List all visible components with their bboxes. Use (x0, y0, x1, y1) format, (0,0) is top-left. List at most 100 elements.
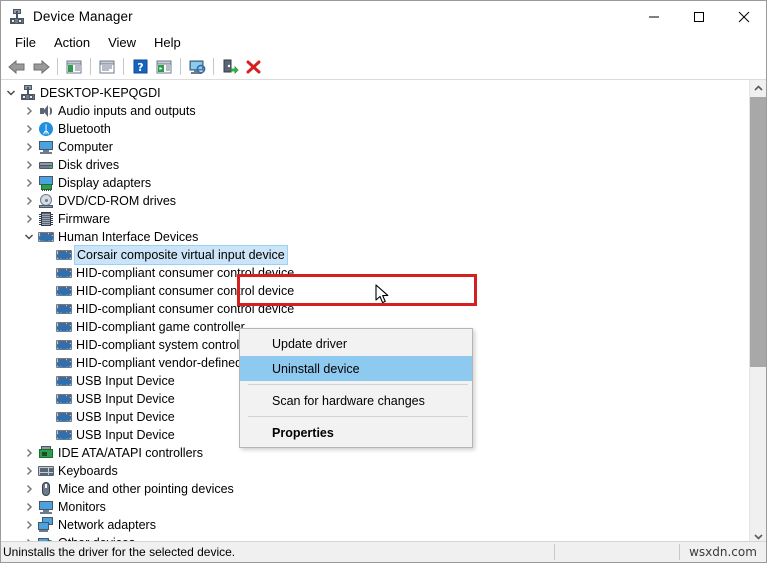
tree-row-label-wrap: Network adapters (58, 516, 156, 534)
hid-icon (55, 409, 73, 425)
back-icon[interactable] (5, 56, 29, 78)
device-tree-panel: DESKTOP-KEPQGDI Audio inputs and outputs ᛦ… (1, 80, 766, 545)
dvd-drive-icon (37, 193, 55, 209)
chevron-right-icon[interactable] (21, 210, 37, 228)
menu-help[interactable]: Help (145, 33, 190, 53)
menu-action[interactable]: Action (45, 33, 99, 53)
tree-row-selected[interactable]: Corsair composite virtual input device (1, 245, 749, 265)
tree-row-label: HID-compliant system controller (76, 338, 254, 352)
chevron-right-icon[interactable] (21, 192, 37, 210)
chevron-right-icon[interactable] (21, 138, 37, 156)
toolbar: ? (1, 54, 766, 80)
tree-row[interactable]: Mice and other pointing devices (1, 480, 749, 498)
tree-row-label: Firmware (58, 212, 111, 226)
maximize-button[interactable] (676, 1, 721, 32)
scan-for-hardware-changes-icon[interactable] (185, 56, 209, 78)
tree-row-label: Keyboards (58, 464, 118, 478)
tree-row[interactable]: DVD/CD-ROM drives (1, 192, 749, 210)
menu-view[interactable]: View (99, 33, 145, 53)
tree-row[interactable]: Human Interface Devices (1, 228, 749, 246)
properties-icon[interactable] (95, 56, 119, 78)
chevron-right-icon[interactable] (21, 174, 37, 192)
root-computer-icon (19, 85, 37, 101)
hid-icon (55, 337, 73, 353)
tree-row-label-wrap: Firmware (58, 210, 110, 228)
tree-row-label-wrap: Disk drives (58, 156, 119, 174)
close-button[interactable] (721, 1, 766, 32)
tree-row[interactable]: Computer (1, 138, 749, 156)
uninstall-device-icon[interactable] (242, 56, 266, 78)
chevron-right-icon[interactable] (21, 444, 37, 462)
scroll-up-arrow[interactable] (750, 80, 766, 97)
tree-row[interactable]: Network adapters (1, 516, 749, 534)
tree-row[interactable]: DESKTOP-KEPQGDI (1, 84, 749, 102)
context-menu-separator (248, 384, 468, 385)
context-menu-item[interactable]: Update driver (240, 331, 472, 356)
minimize-button[interactable] (631, 1, 676, 32)
hid-icon (37, 229, 55, 245)
tree-row-label-wrap: Display adapters (58, 174, 151, 192)
toolbar-separator (90, 58, 91, 75)
tree-row-label: USB Input Device (76, 392, 175, 406)
context-menu-item[interactable]: Scan for hardware changes (240, 388, 472, 413)
chevron-right-icon[interactable] (21, 156, 37, 174)
hid-icon (55, 247, 73, 263)
chevron-down-icon[interactable] (3, 84, 19, 102)
tree-row[interactable]: HID-compliant consumer control device (1, 264, 749, 282)
status-empty-cell (555, 542, 679, 563)
menu-file[interactable]: File (6, 33, 45, 53)
bluetooth-icon: ᛦ (37, 121, 55, 137)
tree-row-label: Display adapters (58, 176, 152, 190)
update-driver-icon[interactable] (218, 56, 242, 78)
chevron-down-icon[interactable] (21, 228, 37, 246)
help-icon[interactable]: ? (128, 56, 152, 78)
tree-row-label: Disk drives (58, 158, 120, 172)
chevron-right-icon[interactable] (21, 516, 37, 534)
keyboard-icon (37, 463, 55, 479)
hid-icon (55, 301, 73, 317)
scrollbar-thumb[interactable] (750, 97, 766, 367)
context-menu-item[interactable]: Uninstall device (240, 356, 472, 381)
toolbar-separator (180, 58, 181, 75)
tree-row-label-wrap: Mice and other pointing devices (58, 480, 234, 498)
hid-icon (55, 283, 73, 299)
tree-row-label-wrap: Corsair composite virtual input device (74, 245, 288, 265)
tree-row[interactable]: Firmware (1, 210, 749, 228)
tree-row-label-wrap: Keyboards (58, 462, 118, 480)
hid-icon (55, 391, 73, 407)
context-menu[interactable]: Update driver Uninstall device Scan for ha… (239, 328, 473, 448)
title-bar: Device Manager (1, 1, 766, 32)
tree-row[interactable]: ᛦ Bluetooth (1, 120, 749, 138)
context-menu-item[interactable]: Properties (240, 420, 472, 445)
network-adapter-icon (37, 517, 55, 533)
chevron-right-icon[interactable] (21, 462, 37, 480)
forward-icon[interactable] (29, 56, 53, 78)
tree-row[interactable]: Disk drives (1, 156, 749, 174)
tree-row[interactable]: Audio inputs and outputs (1, 102, 749, 120)
chevron-right-icon[interactable] (21, 480, 37, 498)
vertical-scrollbar[interactable] (749, 80, 766, 545)
show-hide-action-pane-icon[interactable] (152, 56, 176, 78)
tree-row-label: Computer (58, 140, 113, 154)
tree-row-label: USB Input Device (76, 428, 175, 442)
tree-row[interactable]: Monitors (1, 498, 749, 516)
device-tree[interactable]: DESKTOP-KEPQGDI Audio inputs and outputs ᛦ… (1, 84, 749, 545)
tree-row-label-wrap: HID-compliant game controller (76, 318, 245, 336)
tree-row-label: Human Interface Devices (58, 230, 199, 244)
tree-row-label: Network adapters (58, 518, 156, 532)
status-message: Uninstalls the driver for the selected d… (3, 545, 236, 559)
chevron-right-icon[interactable] (21, 498, 37, 516)
chevron-right-icon[interactable] (21, 120, 37, 138)
device-manager-window: Device Manager File Action View Help ? D… (0, 0, 767, 563)
tree-row-label-wrap: Computer (58, 138, 113, 156)
show-hide-console-tree-icon[interactable] (62, 56, 86, 78)
tree-row-label: USB Input Device (76, 410, 175, 424)
tree-no-chevron (39, 408, 55, 426)
speaker-icon (37, 103, 55, 119)
tree-row[interactable]: Display adapters (1, 174, 749, 192)
disk-drive-icon (37, 157, 55, 173)
tree-row-label: Mice and other pointing devices (58, 482, 234, 496)
chevron-right-icon[interactable] (21, 102, 37, 120)
tree-row[interactable]: Keyboards (1, 462, 749, 480)
hid-icon (55, 355, 73, 371)
